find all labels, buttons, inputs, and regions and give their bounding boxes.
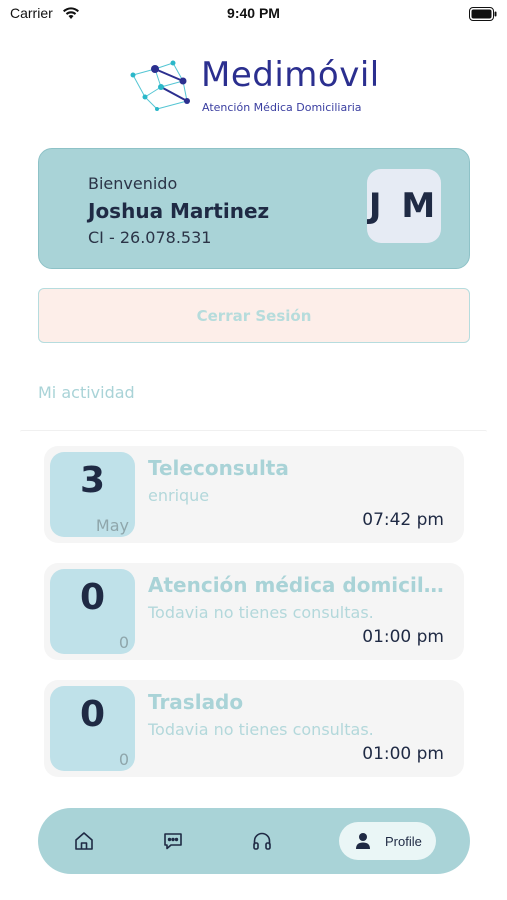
divider [20,430,487,434]
activity-card-traslado[interactable]: 0 0 Traslado Todavia no tienes consultas… [44,680,464,777]
logo-title: Medimóvil [201,55,380,95]
nav-profile-label: Profile [385,833,422,849]
bottom-nav: Profile [38,808,470,874]
logo-subtitle: Atención Médica Domiciliaria [202,101,362,114]
welcome-greeting: Bienvenido [88,174,178,193]
activity-time: 01:00 pm [362,744,444,764]
date-month: May [95,516,129,535]
activity-card-teleconsulta[interactable]: 3 May Teleconsulta enrique 07:42 pm [44,446,464,543]
activity-title: Atención médica domiciliaria [148,573,448,597]
molecule-logo-icon [130,60,190,111]
activity-description: Todavia no tienes consultas. [148,720,374,739]
avatar[interactable]: J M [367,169,441,243]
activity-description: enrique [148,486,210,505]
date-day: 0 [79,577,106,618]
date-badge: 0 0 [50,686,135,771]
chat-icon[interactable] [158,826,188,856]
headphones-icon[interactable] [247,826,277,856]
date-badge: 3 May [50,452,135,537]
status-time: 9:40 PM [227,5,280,21]
date-day: 0 [79,694,106,735]
activity-card-atencion-domiciliaria[interactable]: 0 0 Atención médica domiciliaria Todavia… [44,563,464,660]
app-logo: Medimóvil Atención Médica Domiciliaria [125,55,395,120]
activity-time: 07:42 pm [362,510,444,530]
battery-icon [469,6,497,21]
activity-title: Traslado [148,690,244,714]
user-ci: CI - 26.078.531 [88,228,212,247]
date-day: 3 [79,460,106,501]
person-icon [356,833,370,849]
user-name: Joshua Martinez [88,199,270,223]
home-icon[interactable] [69,826,99,856]
activity-description: Todavia no tienes consultas. [148,603,374,622]
status-bar: Carrier 9:40 PM [0,0,507,30]
nav-profile-button[interactable]: Profile [339,822,436,860]
date-month: 0 [118,633,129,652]
activity-time: 01:00 pm [362,627,444,647]
date-month: 0 [118,750,129,769]
section-title: Mi actividad [38,383,135,402]
welcome-card: Bienvenido Joshua Martinez CI - 26.078.5… [38,148,470,269]
activity-title: Teleconsulta [148,456,289,480]
date-badge: 0 0 [50,569,135,654]
logout-button[interactable]: Cerrar Sesión [38,288,470,343]
